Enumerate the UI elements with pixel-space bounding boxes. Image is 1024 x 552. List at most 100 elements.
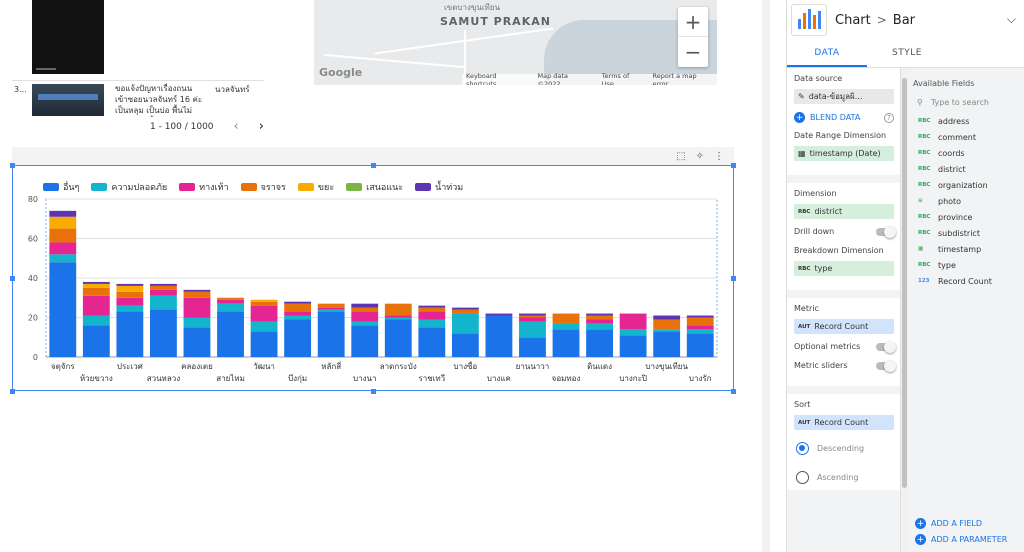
radio-selected-icon[interactable] [796,442,809,455]
bar-segment[interactable] [183,297,211,318]
bar-segment[interactable] [519,337,546,357]
bar-segment[interactable] [351,325,379,357]
bar-segment[interactable] [418,305,446,308]
bar-segment[interactable] [116,283,144,286]
date-range-chip[interactable]: ▦ timestamp (Date) [794,146,894,161]
help-icon[interactable]: ? [884,112,894,123]
bar-segment[interactable] [485,313,513,316]
bar-segment[interactable] [116,305,144,312]
field-item[interactable]: RBC comment [909,129,1024,145]
bar-segment[interactable] [351,303,379,308]
breadcrumb-bar[interactable]: Bar [893,13,915,28]
sort-chip[interactable]: AUT Record Count [794,415,894,430]
bar-segment[interactable] [150,289,177,296]
bar-segment[interactable] [619,329,647,336]
bar-segment[interactable] [586,329,613,357]
bar-segment[interactable] [250,299,278,302]
bar-segment[interactable] [586,313,613,316]
select-icon[interactable]: ⬚ [676,151,685,162]
bar-segment[interactable] [49,210,77,217]
bar-segment[interactable] [653,331,681,357]
add-parameter-button[interactable]: + ADD A PARAMETER [915,534,1007,545]
zoom-out-button[interactable]: − [678,37,708,67]
bar-segment[interactable] [351,321,379,326]
radio-unselected-icon[interactable] [796,471,809,484]
explore-icon[interactable]: ✧ [696,151,704,162]
resize-handle[interactable] [10,389,15,394]
resize-handle[interactable] [10,163,15,168]
bar-segment[interactable] [653,329,681,332]
bar-segment[interactable] [217,311,244,357]
bar-segment[interactable] [317,303,345,308]
bar-segment[interactable] [351,311,379,322]
bar-segment[interactable] [619,313,647,330]
more-vert-icon[interactable]: ⋮ [714,151,724,162]
dimension-chip[interactable]: RBC district [794,204,894,219]
bar-segment[interactable] [250,331,278,357]
tab-style[interactable]: STYLE [867,40,947,67]
drill-down-toggle[interactable] [876,225,896,238]
bar-segment[interactable] [183,327,211,357]
blend-data-button[interactable]: + BLEND DATA ? [794,112,894,123]
bar-segment[interactable] [82,295,110,316]
bar-segment[interactable] [485,315,513,357]
search-input[interactable]: Type to search [931,98,989,107]
report-error-link[interactable]: Report a map error [653,72,713,86]
bar-segment[interactable] [250,301,278,306]
bar-segment[interactable] [519,313,546,316]
chevron-down-icon[interactable]: ⌵ [1007,12,1016,27]
bar-segment[interactable] [150,309,177,357]
field-item[interactable]: RBC address [909,113,1024,129]
optional-metrics-toggle[interactable] [876,340,896,353]
bar-segment[interactable] [552,323,580,330]
bar-segment[interactable] [284,303,312,312]
bar-segment[interactable] [686,315,714,318]
field-item[interactable]: 123 Record Count [909,273,1024,289]
bar-segment[interactable] [217,303,244,312]
bar-segment[interactable] [49,228,77,243]
field-item[interactable]: RBC coords [909,145,1024,161]
bar-segment[interactable] [250,321,278,332]
bar-segment[interactable] [250,305,278,322]
bar-segment[interactable] [116,285,144,292]
bar-segment[interactable] [418,311,446,320]
bar-segment[interactable] [317,309,345,312]
bar-segment[interactable] [686,317,714,326]
bar-segment[interactable] [284,301,312,304]
bar-segment[interactable] [418,327,446,357]
keyboard-shortcuts-link[interactable]: Keyboard shortcuts [466,72,528,86]
bar-segment[interactable] [284,315,312,320]
bar-segment[interactable] [384,319,412,357]
bar-segment[interactable] [418,307,446,312]
field-search[interactable]: ⚲ Type to search [909,88,1024,113]
resize-handle[interactable] [731,163,736,168]
bar-segment[interactable] [317,307,345,310]
field-item[interactable]: ⊖ photo [909,193,1024,209]
bar-chart-widget[interactable]: อื่นๆ ความปลอดภัย ทางเท้า จราจร ขยะ เสนอแนะ น้… [12,165,734,391]
resize-handle[interactable] [371,163,376,168]
bar-segment[interactable] [150,283,177,286]
bar-segment[interactable] [519,317,546,322]
bar-segment[interactable] [183,317,211,328]
scrollbar-thumb[interactable] [902,78,907,488]
bar-segment[interactable] [317,311,345,357]
setup-scrollbar[interactable] [901,68,909,552]
breadcrumb-chart[interactable]: Chart [835,13,871,28]
resize-handle[interactable] [10,276,15,281]
bar-segment[interactable] [49,242,77,255]
map-widget[interactable]: เขตบางขุนเทียน SAMUT PRAKAN Google + − K… [314,0,717,85]
field-item[interactable]: ▦ timestamp [909,241,1024,257]
bar-segment[interactable] [82,281,110,284]
bar-segment[interactable] [150,295,177,310]
chevron-left-icon[interactable]: ‹ [234,119,239,134]
bar-segment[interactable] [451,309,479,314]
bar-segment[interactable] [384,303,412,316]
bar-segment[interactable] [586,319,613,324]
terms-link[interactable]: Terms of Use [602,72,643,86]
bar-segment[interactable] [217,299,244,304]
sort-ascending-option[interactable]: Ascending [796,471,894,484]
canvas-scrollbar[interactable] [762,0,770,552]
bar-segment[interactable] [451,313,479,334]
bar-segment[interactable] [384,315,412,318]
bar-segment[interactable] [116,311,144,357]
